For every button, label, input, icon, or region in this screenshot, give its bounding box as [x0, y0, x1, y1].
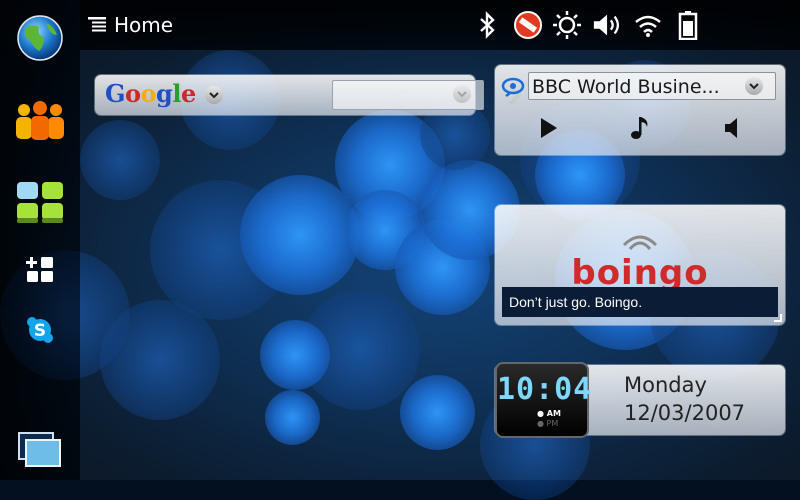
play-button[interactable]: [535, 115, 561, 141]
chevron-down-icon: [209, 92, 219, 99]
volume-icon[interactable]: [592, 9, 624, 41]
digital-clock-face: 10:04 ● AM ● PM: [497, 364, 593, 436]
speaker-icon: [725, 118, 737, 138]
boingo-widget[interactable]: boingo Don’t just go. Boingo.: [495, 205, 785, 325]
applications-menu-icon: [17, 182, 63, 223]
bluetooth-icon[interactable]: [472, 9, 504, 41]
globe-icon: [17, 15, 63, 61]
music-note-icon: [631, 117, 648, 139]
battery-icon[interactable]: [672, 9, 704, 41]
presence-offline-icon[interactable]: [512, 9, 544, 41]
display-brightness-icon[interactable]: [551, 9, 583, 41]
clock-date: 12/03/2007: [624, 401, 746, 425]
google-search-widget: Google: [95, 75, 564, 115]
task-switcher-icon: [18, 432, 61, 467]
radio-icon: [501, 75, 525, 97]
task-switcher-button[interactable]: [0, 425, 80, 475]
station-dropdown[interactable]: [745, 77, 763, 95]
clock-am-indicator: ● AM: [537, 409, 561, 418]
search-input[interactable]: [332, 80, 484, 110]
svg-text:S: S: [34, 321, 46, 341]
music-info-button[interactable]: [627, 115, 653, 141]
web-browser-button[interactable]: [0, 10, 80, 66]
skype-icon: S: [27, 317, 53, 343]
contacts-button[interactable]: [0, 92, 80, 148]
play-icon: [541, 118, 557, 138]
menu-icon: [88, 17, 106, 32]
home-menu-button[interactable]: Home: [88, 10, 173, 40]
clock-day: Monday: [624, 373, 707, 397]
search-history-dropdown[interactable]: [453, 85, 471, 103]
volume-button[interactable]: [721, 115, 747, 141]
station-name: BBC World Busine...: [532, 76, 720, 98]
add-widget-icon: [26, 257, 53, 282]
station-selector[interactable]: BBC World Busine...: [528, 72, 776, 100]
boingo-wifi-icon: [620, 225, 660, 253]
contacts-icon: [16, 101, 64, 140]
wifi-icon[interactable]: [632, 9, 664, 41]
google-logo: Google: [105, 79, 196, 108]
skype-button[interactable]: S: [0, 312, 80, 348]
sidebar: S: [0, 0, 80, 480]
boingo-tagline: Don’t just go. Boingo.: [502, 287, 778, 317]
internet-radio-widget: BBC World Busine...: [495, 65, 785, 155]
chevron-down-icon: [749, 83, 759, 90]
page-title: Home: [114, 13, 174, 37]
clock-pm-indicator: ● PM: [537, 419, 559, 428]
applications-menu-button[interactable]: [0, 175, 80, 231]
clock-time: 10:04: [497, 372, 593, 407]
status-bar: Home: [80, 0, 800, 50]
chevron-down-icon: [457, 91, 467, 98]
search-engine-dropdown[interactable]: [205, 86, 223, 104]
clock-widget[interactable]: 10:04 ● AM ● PM Monday 12/03/2007: [495, 364, 785, 436]
resize-handle-icon[interactable]: [774, 314, 782, 322]
add-widget-button[interactable]: [0, 252, 80, 288]
